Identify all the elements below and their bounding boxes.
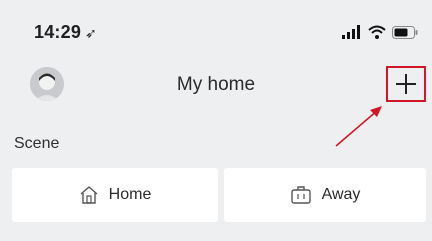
- status-time: 14:29 ➶: [34, 22, 97, 43]
- scene-label-away: Away: [321, 186, 361, 203]
- signal-bars-icon: [342, 25, 360, 39]
- location-arrow-icon: ➶: [85, 25, 97, 41]
- plus-icon: [396, 74, 416, 94]
- system-icons: [342, 22, 418, 42]
- wifi-icon: [368, 25, 386, 39]
- scene-card-away[interactable]: Away: [224, 168, 426, 222]
- annotation-arrow: [335, 106, 382, 147]
- add-button[interactable]: [386, 66, 426, 102]
- time-text: 14:29: [34, 22, 82, 42]
- page-title: My home: [176, 74, 256, 95]
- scene-section-label: Scene: [14, 135, 60, 152]
- scene-list: Home Away: [12, 168, 432, 224]
- scene-label-home: Home: [108, 186, 152, 203]
- scene-card-home[interactable]: Home: [12, 168, 218, 222]
- status-bar: 14:29 ➶: [0, 0, 432, 56]
- briefcase-icon: [290, 186, 311, 204]
- battery-icon: [392, 25, 418, 39]
- home-icon: [80, 186, 98, 204]
